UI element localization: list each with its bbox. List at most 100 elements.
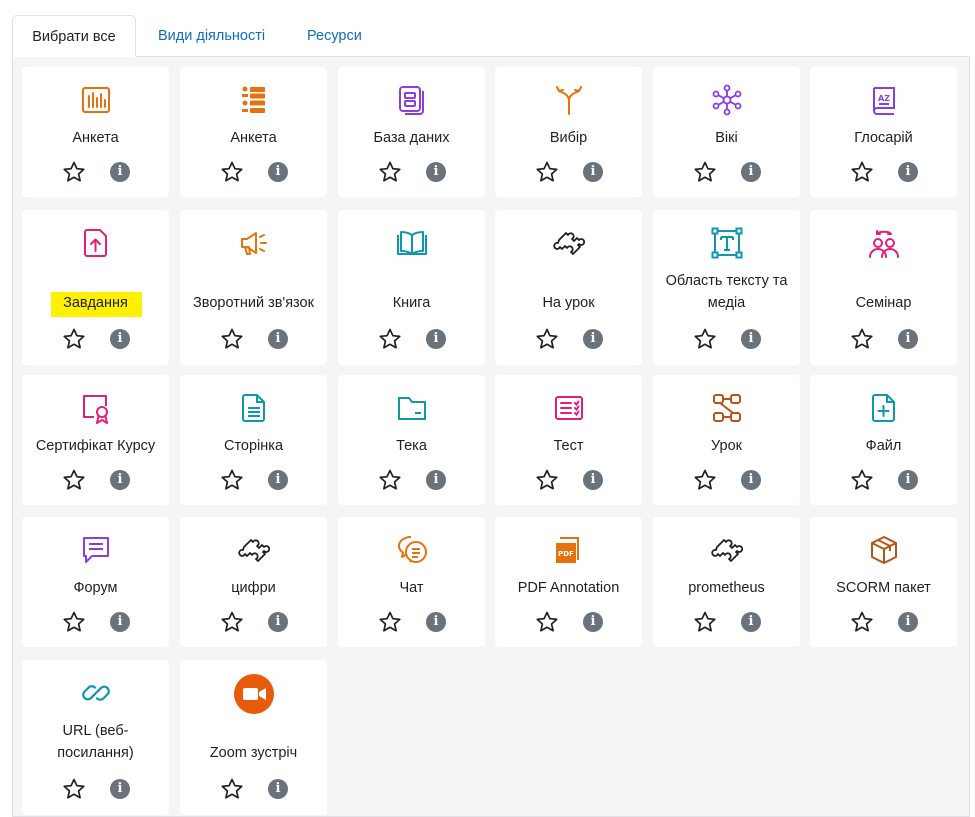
- activity-card-zoom[interactable]: Zoom зустріч i: [180, 660, 327, 815]
- activity-name: цифри: [231, 580, 276, 596]
- info-icon[interactable]: i: [898, 329, 918, 349]
- info-icon[interactable]: i: [741, 612, 761, 632]
- activity-name: Книга: [392, 295, 431, 311]
- activity-card-na-urok[interactable]: На урок i: [495, 210, 642, 365]
- page-icon: [238, 392, 270, 424]
- activity-card-prometheus[interactable]: prometheus i: [653, 517, 800, 647]
- activity-card-url[interactable]: URL (веб-посилання) i: [22, 660, 169, 815]
- info-icon[interactable]: i: [426, 470, 446, 490]
- star-icon[interactable]: [535, 327, 559, 351]
- activity-card-forum[interactable]: Форум i: [22, 517, 169, 647]
- activity-name: Сертифікат Курсу: [35, 438, 156, 454]
- forum-icon: [80, 534, 112, 566]
- svg-text:AZ: AZ: [878, 94, 890, 103]
- activity-card-scorm[interactable]: SCORM пакет i: [810, 517, 957, 647]
- activity-card-workshop[interactable]: Семінар i: [810, 210, 957, 365]
- star-icon[interactable]: [62, 777, 86, 801]
- tab-resources[interactable]: Ресурси: [307, 15, 362, 57]
- info-icon[interactable]: i: [741, 162, 761, 182]
- star-icon[interactable]: [378, 610, 402, 634]
- info-icon[interactable]: i: [110, 329, 130, 349]
- star-icon[interactable]: [220, 610, 244, 634]
- activity-name: Глосарій: [854, 130, 913, 146]
- star-icon[interactable]: [693, 160, 717, 184]
- tab-activities[interactable]: Види діяльності: [158, 15, 265, 57]
- star-icon[interactable]: [62, 160, 86, 184]
- puzzle-icon: [237, 534, 270, 566]
- info-icon[interactable]: i: [110, 470, 130, 490]
- activity-card-page[interactable]: Сторінка i: [180, 375, 327, 505]
- star-icon[interactable]: [535, 160, 559, 184]
- info-icon[interactable]: i: [583, 329, 603, 349]
- activity-card-database[interactable]: База даних i: [338, 67, 485, 197]
- activity-card-quiz[interactable]: Тест i: [495, 375, 642, 505]
- info-icon[interactable]: i: [268, 470, 288, 490]
- activity-card-choice[interactable]: Вибір i: [495, 67, 642, 197]
- info-icon[interactable]: i: [898, 162, 918, 182]
- star-icon[interactable]: [62, 327, 86, 351]
- star-icon[interactable]: [850, 160, 874, 184]
- tab-all[interactable]: Вибрати все: [12, 15, 136, 57]
- activity-card-feedback-survey[interactable]: Анкета i: [22, 67, 169, 197]
- activity-card-questionnaire[interactable]: Анкета i: [180, 67, 327, 197]
- activity-card-certificate[interactable]: Сертифікат Курсу i: [22, 375, 169, 505]
- activity-card-tsyfry[interactable]: цифри i: [180, 517, 327, 647]
- star-icon[interactable]: [693, 327, 717, 351]
- activity-card-assignment[interactable]: Завдання i: [22, 210, 169, 365]
- info-icon[interactable]: i: [426, 162, 446, 182]
- info-icon[interactable]: i: [268, 162, 288, 182]
- activity-card-feedback[interactable]: Зворотний зв'язок i: [180, 210, 327, 365]
- glossary-book-icon: AZ: [868, 84, 900, 116]
- activity-card-wiki[interactable]: Вікі i: [653, 67, 800, 197]
- activity-card-text-media[interactable]: Область тексту та медіа i: [653, 210, 800, 365]
- info-icon[interactable]: i: [583, 162, 603, 182]
- star-icon[interactable]: [62, 468, 86, 492]
- activity-name: На урок: [542, 295, 595, 311]
- activity-name: Анкета: [72, 130, 119, 146]
- info-icon[interactable]: i: [426, 612, 446, 632]
- info-icon[interactable]: i: [268, 779, 288, 799]
- info-icon[interactable]: i: [898, 612, 918, 632]
- activity-card-book[interactable]: Книга i: [338, 210, 485, 365]
- star-icon[interactable]: [850, 327, 874, 351]
- star-icon[interactable]: [693, 610, 717, 634]
- info-icon[interactable]: i: [110, 779, 130, 799]
- info-icon[interactable]: i: [583, 612, 603, 632]
- activity-name: Файл: [865, 438, 902, 454]
- highlight-marker: Завдання: [51, 292, 142, 317]
- star-icon[interactable]: [378, 160, 402, 184]
- activity-name: PDF Annotation: [517, 580, 620, 596]
- activity-card-file[interactable]: Файл i: [810, 375, 957, 505]
- star-icon[interactable]: [535, 610, 559, 634]
- star-icon[interactable]: [850, 610, 874, 634]
- info-icon[interactable]: i: [741, 470, 761, 490]
- activity-card-folder[interactable]: Тека i: [338, 375, 485, 505]
- activity-name: Форум: [73, 580, 118, 596]
- info-icon[interactable]: i: [898, 470, 918, 490]
- info-icon[interactable]: i: [110, 162, 130, 182]
- info-icon[interactable]: i: [110, 612, 130, 632]
- info-icon[interactable]: i: [583, 470, 603, 490]
- star-icon[interactable]: [693, 468, 717, 492]
- package-box-icon: [868, 534, 900, 566]
- info-icon[interactable]: i: [741, 329, 761, 349]
- info-icon[interactable]: i: [268, 329, 288, 349]
- info-icon[interactable]: i: [426, 329, 446, 349]
- upload-file-icon: [80, 227, 112, 259]
- star-icon[interactable]: [62, 610, 86, 634]
- activity-card-pdf-annotation[interactable]: PDF PDF Annotation i: [495, 517, 642, 647]
- activity-card-chat[interactable]: Чат i: [338, 517, 485, 647]
- activity-card-lesson[interactable]: Урок i: [653, 375, 800, 505]
- star-icon[interactable]: [220, 327, 244, 351]
- star-icon[interactable]: [378, 327, 402, 351]
- star-icon[interactable]: [850, 468, 874, 492]
- star-icon[interactable]: [220, 777, 244, 801]
- star-icon[interactable]: [378, 468, 402, 492]
- link-icon: [80, 677, 112, 709]
- activity-card-glossary[interactable]: AZ Глосарій i: [810, 67, 957, 197]
- puzzle-icon: [552, 227, 585, 259]
- star-icon[interactable]: [220, 468, 244, 492]
- info-icon[interactable]: i: [268, 612, 288, 632]
- star-icon[interactable]: [535, 468, 559, 492]
- star-icon[interactable]: [220, 160, 244, 184]
